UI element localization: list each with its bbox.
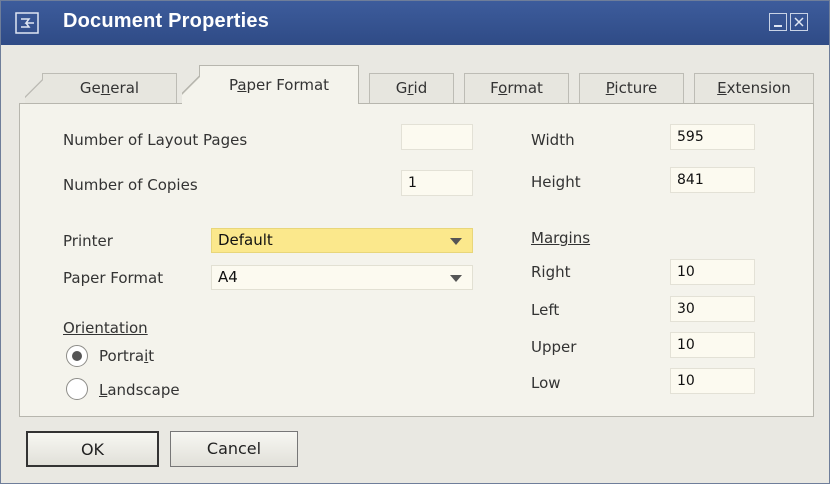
margin-left-label: Left — [531, 301, 560, 319]
tab-paper-format-label: Paper Format — [228, 76, 330, 94]
chevron-down-icon[interactable] — [450, 238, 462, 245]
title-bar[interactable]: Document Properties — [1, 1, 829, 45]
document-properties-window: Document Properties General Paper Format… — [0, 0, 830, 484]
printer-label: Printer — [63, 232, 113, 250]
portrait-label: Portrait — [99, 347, 155, 365]
tab-general[interactable]: General — [25, 73, 177, 103]
margins-label: Margins — [531, 229, 591, 247]
tab-format-label: Format — [490, 79, 543, 97]
layout-pages-label: Number of Layout Pages — [63, 131, 248, 149]
tab-grid-label: Grid — [395, 79, 428, 97]
tab-paper-format[interactable]: Paper Format — [182, 65, 359, 104]
paper-format-panel: Number of Layout Pages Number of Copies … — [19, 103, 814, 417]
landscape-radio[interactable] — [66, 378, 88, 400]
tab-general-label: General — [79, 79, 140, 97]
printer-dropdown[interactable]: Default — [211, 228, 473, 253]
portrait-radio[interactable] — [66, 345, 88, 367]
width-label: Width — [531, 131, 575, 149]
margin-upper-field[interactable]: 10 — [670, 332, 755, 358]
margin-low-field[interactable]: 10 — [670, 368, 755, 394]
window-title: Document Properties — [63, 10, 270, 32]
tab-extension-label: Extension — [717, 79, 791, 97]
paper-format-value: A4 — [218, 268, 238, 286]
tab-picture-label: Picture — [605, 79, 658, 97]
close-icon[interactable] — [790, 13, 808, 31]
printer-value: Default — [218, 231, 273, 249]
margin-low-label: Low — [531, 374, 561, 392]
height-label: Height — [531, 173, 581, 191]
tab-extension[interactable]: Extension — [694, 73, 814, 103]
ok-button[interactable]: OK — [26, 431, 159, 467]
margin-upper-label: Upper — [531, 338, 577, 356]
layout-pages-field[interactable] — [401, 124, 473, 150]
height-field[interactable]: 841 — [670, 167, 755, 193]
paper-format-dropdown[interactable]: A4 — [211, 265, 473, 290]
copies-field[interactable]: 1 — [401, 170, 473, 196]
tab-strip: General Paper Format Grid Format Picture… — [19, 65, 814, 104]
tab-picture[interactable]: Picture — [579, 73, 684, 103]
margin-right-field[interactable]: 10 — [670, 259, 755, 285]
paper-format-label: Paper Format — [63, 269, 164, 287]
cancel-button[interactable]: Cancel — [170, 431, 298, 467]
copies-label: Number of Copies — [63, 176, 198, 194]
tab-format[interactable]: Format — [464, 73, 569, 103]
document-properties-icon — [15, 12, 39, 34]
chevron-down-icon[interactable] — [450, 275, 462, 282]
tab-grid[interactable]: Grid — [369, 73, 454, 103]
minimize-icon[interactable] — [769, 13, 787, 31]
orientation-label: Orientation — [63, 319, 148, 337]
landscape-label: Landscape — [99, 381, 180, 399]
margin-left-field[interactable]: 30 — [670, 296, 755, 322]
margin-right-label: Right — [531, 263, 571, 281]
width-field[interactable]: 595 — [670, 124, 755, 150]
